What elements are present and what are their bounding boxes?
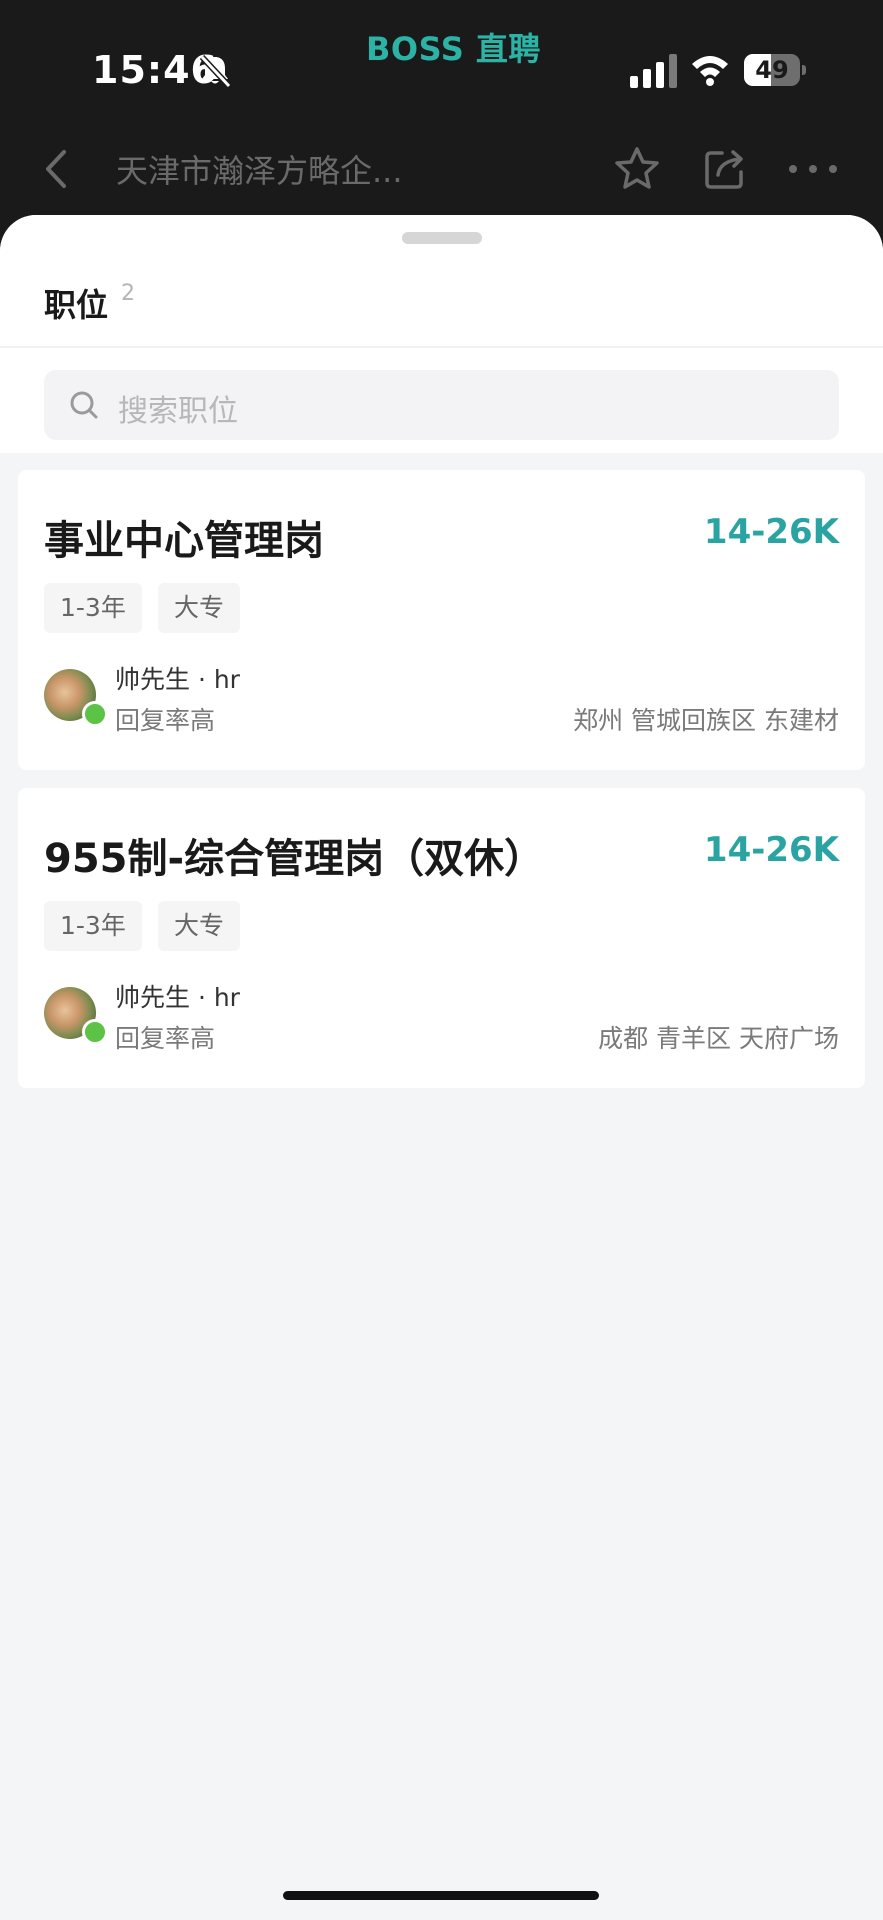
job-location: 郑州 管城回族区 东建材	[573, 706, 839, 735]
company-title: 天津市瀚泽方略企...	[116, 152, 403, 190]
search-placeholder: 搜索职位	[118, 394, 238, 429]
reply-rate-label: 回复率高	[115, 706, 216, 735]
job-location: 成都 青羊区 天府广场	[598, 1024, 839, 1053]
reply-rate-label: 回复率高	[115, 1024, 216, 1053]
screen: 15:46 BOSS 直聘 49 天津市瀚泽方略企... 职位 2 搜索职位 事…	[0, 0, 883, 1920]
battery-icon: 49	[744, 54, 806, 86]
search-input[interactable]: 搜索职位	[44, 370, 839, 440]
job-title: 955制-综合管理岗（双休）	[44, 836, 545, 882]
share-icon[interactable]	[700, 144, 750, 194]
experience-tag: 1-3年	[44, 901, 142, 951]
experience-tag: 1-3年	[44, 583, 142, 633]
star-icon[interactable]	[612, 144, 662, 194]
home-indicator[interactable]	[283, 1891, 599, 1900]
education-tag: 大专	[158, 901, 241, 951]
divider	[0, 346, 883, 348]
jobs-bottom-sheet: 职位 2 搜索职位 事业中心管理岗 14-26K 1-3年 大专 帅先生 · h…	[0, 215, 883, 1920]
app-badge[interactable]: BOSS 直聘	[366, 24, 541, 70]
battery-tip	[802, 65, 806, 75]
wifi-icon	[692, 56, 728, 86]
status-bar: 15:46 BOSS 直聘 49	[0, 0, 883, 120]
job-salary: 14-26K	[703, 830, 839, 870]
sheet-title: 职位	[44, 286, 109, 324]
back-icon[interactable]	[36, 144, 76, 194]
job-salary: 14-26K	[703, 512, 839, 552]
online-status-dot	[82, 1019, 108, 1045]
sheet-header: 职位 2 搜索职位	[0, 215, 883, 453]
job-title: 事业中心管理岗	[44, 518, 324, 564]
battery-level: 49	[755, 56, 789, 84]
cellular-signal-icon	[630, 54, 677, 88]
job-card[interactable]: 955制-综合管理岗（双休） 14-26K 1-3年 大专 帅先生 · hr 回…	[18, 788, 865, 1088]
recruiter-name: 帅先生 · hr	[115, 665, 240, 694]
education-tag: 大专	[158, 583, 241, 633]
job-count: 2	[121, 281, 135, 306]
search-icon	[70, 391, 98, 419]
battery-body: 49	[744, 54, 800, 86]
job-card[interactable]: 事业中心管理岗 14-26K 1-3年 大专 帅先生 · hr 回复率高 郑州 …	[18, 470, 865, 770]
nav-header: 天津市瀚泽方略企...	[0, 120, 883, 220]
online-status-dot	[82, 701, 108, 727]
more-icon[interactable]	[786, 156, 840, 182]
recruiter-name: 帅先生 · hr	[115, 983, 240, 1012]
bell-off-icon	[199, 54, 232, 89]
drag-handle[interactable]	[402, 232, 482, 244]
